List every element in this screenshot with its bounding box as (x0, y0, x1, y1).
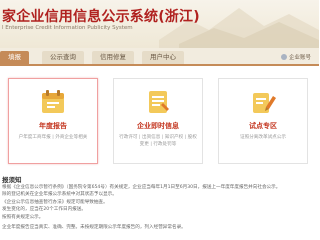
tab-report[interactable]: 填报 (0, 51, 29, 64)
card-title: 试点专区 (249, 122, 277, 130)
site-title: 家企业信用信息公示系统(浙江) (2, 9, 200, 25)
main-nav: 填报 公示查询 信用修复 用户中心 企业账号 (0, 48, 319, 66)
login-link[interactable]: 企业账号 (280, 53, 311, 61)
notice-body: 根据《企业信息公示暂行条例》（国务院令第654号）有关规定，企业应当每年1月1日… (2, 184, 318, 221)
notice-line: 根据《企业信息公示暂行条例》（国务院令第654号）有关规定，企业应当每年1月1日… (2, 185, 281, 190)
calendar-icon (42, 90, 64, 113)
card-desc: 户年度工商年报 | 外商企业等相关 (18, 135, 88, 140)
tab-user-center[interactable]: 用户中心 (142, 51, 184, 64)
card-instant-info[interactable]: 企业即时信息 行政许可 | 出资信息 | 知识产权 | 股权变更 | 行政处罚等 (113, 78, 203, 164)
login-label: 企业账号 (288, 55, 311, 61)
document-icon (149, 91, 169, 113)
header-banner: 家企业信用信息公示系统(浙江) l Enterprise Credit Info… (0, 0, 319, 48)
card-desc: 行政许可 | 出资信息 | 知识产权 | 股权变更 | 行政处罚等 (119, 135, 197, 147)
notice-line: 按照有关规定公示。 (2, 214, 44, 220)
tab-public-query[interactable]: 公示查询 (42, 51, 84, 64)
notice-title: 报须知 (2, 176, 22, 184)
card-annual-report[interactable]: 年度报告 户年度工商年报 | 外商企业等相关 (8, 78, 98, 164)
notice-line: 《企业公示信息抽查暂行办法》规定可能导致抽查。 (2, 199, 108, 205)
tab-credit-repair[interactable]: 信用修复 (92, 51, 134, 64)
card-desc: 证照分离改革试点公示 (240, 135, 286, 140)
card-title: 年度报告 (39, 122, 67, 130)
notice-line: 发生变化的，应当在20个工作日内报送。 (2, 207, 86, 213)
notice-footer: 企业年度报告应当真实、准确、完整。未按规定期限公示年度报告的，列入经营异常名录。 (2, 225, 186, 230)
pencil-icon (253, 93, 276, 113)
user-icon (280, 54, 287, 60)
notice-line: 除的登记机关在企业年报公示系统中对其状态予以显示。 (2, 192, 117, 198)
card-pilot-zone[interactable]: 试点专区 证照分离改革试点公示 (218, 78, 308, 164)
card-title: 企业即时信息 (137, 122, 179, 130)
site-subtitle: l Enterprise Credit Information Publicit… (2, 25, 133, 31)
